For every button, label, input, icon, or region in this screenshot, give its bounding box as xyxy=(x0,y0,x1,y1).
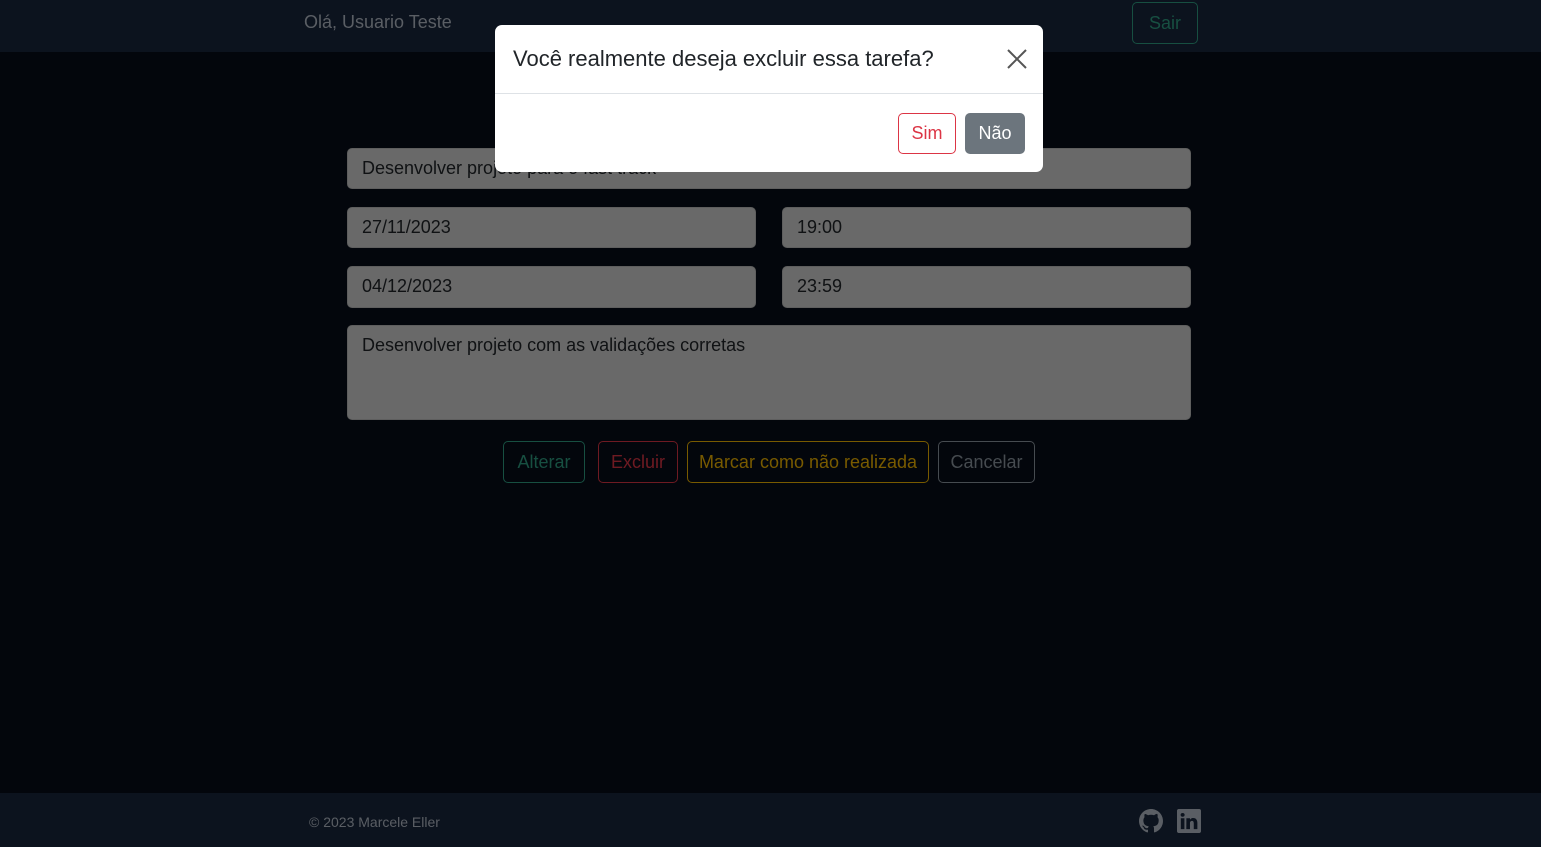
modal-title: Você realmente deseja excluir essa taref… xyxy=(513,46,934,71)
close-icon[interactable] xyxy=(1003,45,1031,73)
modal-header: Você realmente deseja excluir essa taref… xyxy=(495,25,1043,94)
confirm-no-button[interactable]: Não xyxy=(965,113,1025,154)
delete-confirm-modal: Você realmente deseja excluir essa taref… xyxy=(495,25,1043,172)
confirm-yes-button[interactable]: Sim xyxy=(898,113,956,154)
